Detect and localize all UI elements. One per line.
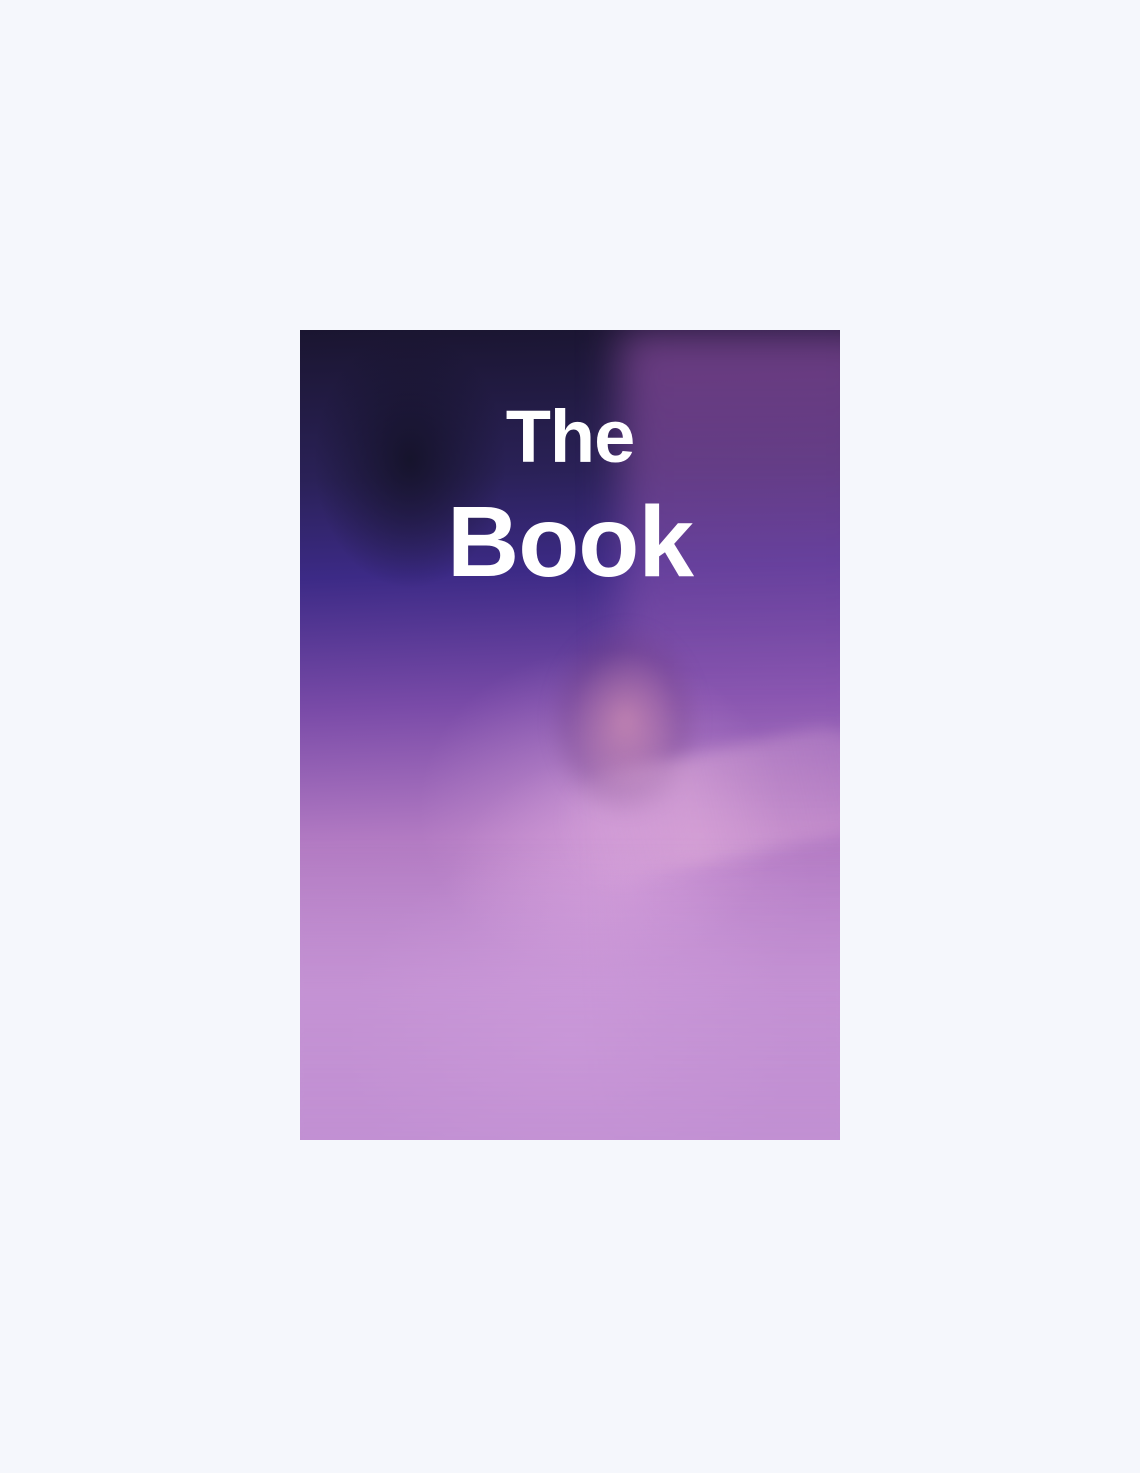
book-cover: The Book — [300, 330, 840, 1140]
cover-title-line2: Book — [447, 486, 694, 598]
cover-title-line1: The — [505, 395, 636, 478]
cover-haze — [300, 850, 840, 1140]
